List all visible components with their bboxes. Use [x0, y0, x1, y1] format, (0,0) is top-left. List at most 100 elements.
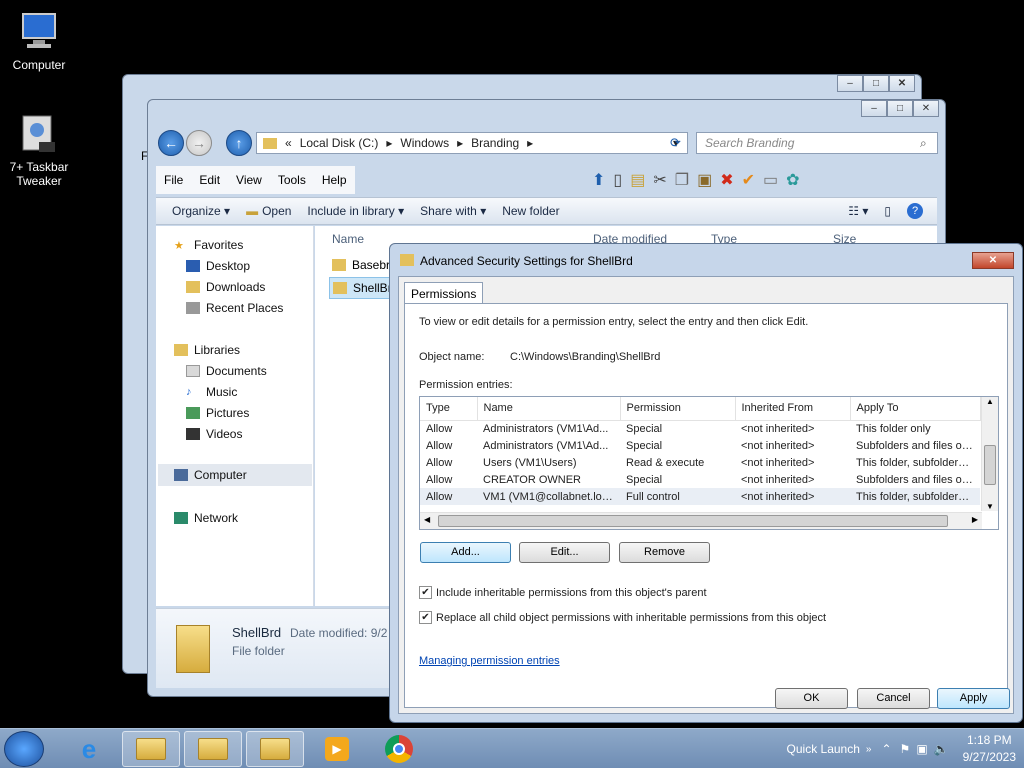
new-folder-button[interactable]: New folder	[502, 204, 559, 218]
close-button[interactable]: ✕	[889, 75, 915, 92]
show-hidden-icons[interactable]: ⌃	[881, 742, 891, 756]
nav-recent-places[interactable]: Recent Places	[186, 301, 283, 315]
nav-documents[interactable]: Documents	[186, 364, 267, 378]
scroll-thumb[interactable]	[438, 515, 948, 527]
column-header-apply-to[interactable]: Apply To	[850, 397, 981, 421]
delete-icon[interactable]: ✖	[720, 170, 733, 190]
search-input[interactable]: Search Branding	[696, 132, 938, 154]
table-row[interactable]: Allow Users (VM1\Users) Read & execute <…	[420, 454, 980, 471]
up-button[interactable]: ↑	[226, 130, 252, 156]
maximize-button[interactable]: □	[863, 75, 889, 92]
replace-child-permissions-checkbox[interactable]: ✔ Replace all child object permissions w…	[419, 611, 826, 624]
menu-edit[interactable]: Edit	[191, 173, 228, 187]
nav-libraries[interactable]: Libraries	[174, 343, 240, 357]
checkbox-checked-icon[interactable]: ✔	[419, 586, 432, 599]
taskbar-explorer-1[interactable]	[122, 731, 180, 767]
nav-computer[interactable]: Computer	[158, 464, 312, 486]
scroll-left-icon[interactable]: ◀	[424, 515, 430, 524]
nav-music[interactable]: ♪ Music	[186, 385, 237, 399]
permission-entries-table[interactable]: Type Name Permission Inherited From Appl…	[419, 396, 999, 530]
column-header-permission[interactable]: Permission	[620, 397, 736, 421]
chevron-up-icon[interactable]: »	[866, 744, 872, 755]
address-bar[interactable]: « Local Disk (C:) ▸ Windows ▸ Branding ▸…	[256, 132, 688, 154]
nav-videos[interactable]: Videos	[186, 427, 242, 441]
scroll-right-icon[interactable]: ▶	[972, 515, 978, 524]
menu-help[interactable]: Help	[314, 173, 355, 187]
nav-downloads[interactable]: Downloads	[186, 280, 265, 294]
nav-favorites[interactable]: ★ Favorites	[174, 238, 243, 252]
scroll-thumb[interactable]	[984, 445, 996, 485]
cancel-button[interactable]: Cancel	[857, 688, 930, 709]
scroll-down-icon[interactable]: ▼	[982, 502, 998, 511]
clock[interactable]: 1:18 PM 9/27/2023	[963, 732, 1016, 766]
breadcrumb-windows[interactable]: Windows	[400, 136, 449, 150]
close-button[interactable]: ✕	[972, 252, 1014, 269]
advanced-security-dialog[interactable]: Advanced Security Settings for ShellBrd …	[389, 243, 1023, 723]
refresh-button[interactable]: ⟳	[670, 135, 681, 151]
managing-permissions-link[interactable]: Managing permission entries	[419, 655, 560, 667]
maximize-button[interactable]: □	[887, 100, 913, 117]
column-header-name[interactable]: Name	[477, 397, 621, 421]
table-row[interactable]: Allow VM1 (VM1@collabnet.local) Full con…	[420, 488, 980, 505]
back-button[interactable]: ←	[158, 130, 184, 156]
properties-icon[interactable]: ▤	[630, 170, 645, 190]
apply-button[interactable]: Apply	[937, 688, 1010, 709]
desktop-icon-taskbar-tweaker[interactable]: 7+ Taskbar Tweaker	[0, 112, 78, 188]
add-button[interactable]: Add...	[420, 542, 511, 563]
cut-icon[interactable]: ✂	[653, 170, 666, 190]
include-in-library-button[interactable]: Include in library ▾	[307, 204, 404, 218]
forward-button[interactable]: →	[186, 130, 212, 156]
open-button[interactable]: ▬ Open	[246, 204, 291, 218]
quick-launch-label[interactable]: Quick Launch	[787, 742, 860, 756]
taskbar-ie[interactable]: e	[60, 731, 118, 767]
column-header-name[interactable]: Name	[332, 232, 364, 246]
breadcrumb-overflow[interactable]: «	[285, 136, 292, 150]
remove-button[interactable]: Remove	[619, 542, 710, 563]
shell-icon[interactable]: ✿	[786, 170, 799, 190]
table-row[interactable]: Allow Administrators (VM1\Ad... Special …	[420, 420, 980, 437]
taskbar-explorer-2[interactable]	[184, 731, 242, 767]
paste-icon[interactable]: ▣	[697, 170, 712, 190]
column-header-type[interactable]: Type	[420, 397, 478, 421]
minimize-button[interactable]: –	[837, 75, 863, 92]
menu-view[interactable]: View	[228, 173, 270, 187]
preview-pane-icon[interactable]: ▯	[613, 170, 622, 190]
breadcrumb-local-disk[interactable]: Local Disk (C:)	[300, 136, 379, 150]
up-arrow-icon[interactable]: ⬆	[592, 170, 605, 190]
desktop-icon-computer[interactable]: Computer	[0, 10, 78, 72]
breadcrumb-branding[interactable]: Branding	[471, 136, 519, 150]
menu-tools[interactable]: Tools	[270, 173, 314, 187]
rename-icon[interactable]: ▭	[763, 170, 778, 190]
organize-button[interactable]: Organize ▾	[172, 204, 230, 218]
scroll-up-icon[interactable]: ▲	[982, 397, 998, 406]
view-options-icon[interactable]: ☷ ▾	[848, 204, 868, 218]
edit-button[interactable]: Edit...	[519, 542, 610, 563]
start-button[interactable]	[4, 731, 44, 767]
action-center-icon[interactable]: ⚑	[900, 742, 911, 756]
ok-button[interactable]: OK	[775, 688, 848, 709]
minimize-button[interactable]: –	[861, 100, 887, 117]
share-with-button[interactable]: Share with ▾	[420, 204, 486, 218]
network-icon[interactable]: ▣	[916, 742, 927, 756]
help-icon[interactable]: ?	[907, 203, 923, 219]
include-inheritable-checkbox[interactable]: ✔ Include inheritable permissions from t…	[419, 586, 707, 599]
taskbar-media-player[interactable]: ▶	[308, 731, 366, 767]
close-button[interactable]: ✕	[913, 100, 939, 117]
checkbox-checked-icon[interactable]: ✔	[419, 611, 432, 624]
column-header-inherited-from[interactable]: Inherited From	[735, 397, 851, 421]
taskbar-explorer-3[interactable]	[246, 731, 304, 767]
table-row[interactable]: Allow CREATOR OWNER Special <not inherit…	[420, 471, 980, 488]
nav-network[interactable]: Network	[174, 511, 238, 525]
copy-icon[interactable]: ❐	[675, 170, 689, 190]
table-row[interactable]: Allow Administrators (VM1\Ad... Special …	[420, 437, 980, 454]
preview-pane-icon[interactable]: ▯	[884, 204, 891, 218]
checkmark-icon[interactable]: ✔	[742, 170, 755, 190]
menu-file[interactable]: File	[156, 173, 191, 187]
nav-pictures[interactable]: Pictures	[186, 406, 249, 420]
nav-desktop[interactable]: Desktop	[186, 259, 250, 273]
tab-permissions[interactable]: Permissions	[404, 282, 484, 305]
vertical-scrollbar[interactable]: ▲ ▼	[981, 397, 998, 511]
volume-icon[interactable]: 🔈	[934, 742, 949, 756]
list-item[interactable]: Basebr	[332, 258, 390, 272]
taskbar-chrome[interactable]	[370, 731, 428, 767]
